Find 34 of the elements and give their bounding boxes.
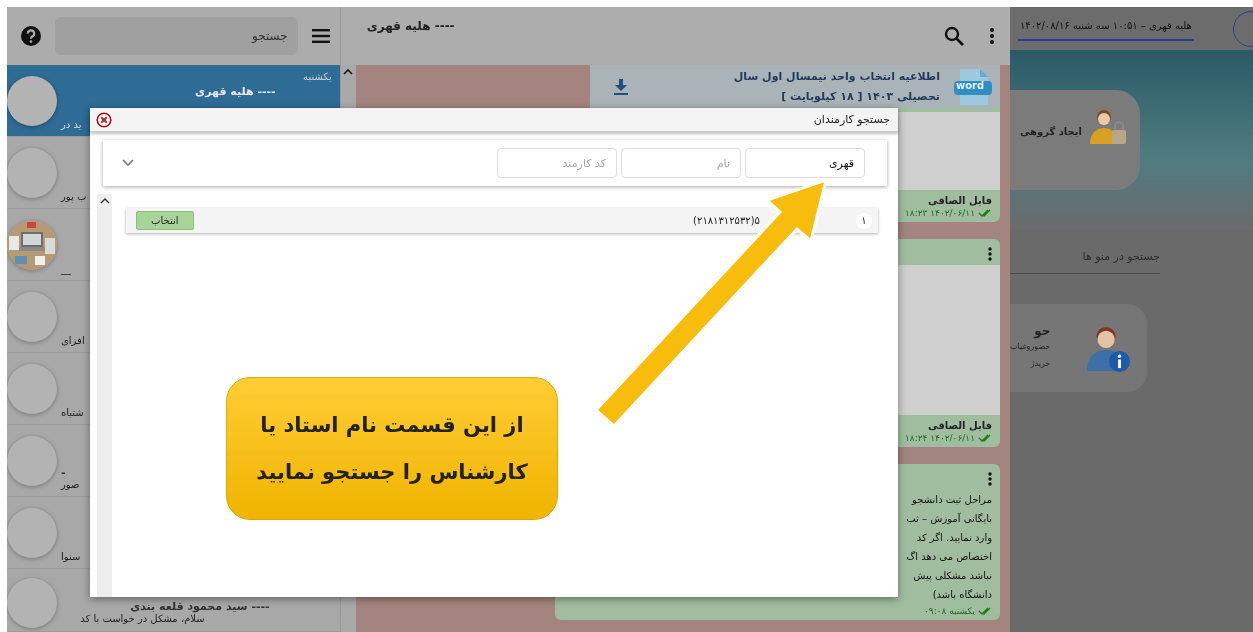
message-preview: افزای [61,335,85,346]
message-preview: شتباه [61,407,84,418]
message-text: اختصاص می دهد اگ [906,550,992,564]
message-preview: __ [61,263,71,274]
chat-day: یکشنبه [303,71,332,82]
message-text: بایگانی آموزش – ثب [906,511,992,526]
shortcut-description: خریدژ [1030,358,1051,370]
chat-title: ---- هلیه قهری [366,19,455,33]
message-time: ۱۴۰۲/۰۶/۱۱ ۱۸:۲۴ [905,433,975,443]
message-caption: فایل الصاقی [928,195,992,206]
message-time: یکشنبه ۰۹:۰۸ [924,606,975,616]
message-preview: ب پور [61,191,87,202]
message-preview: سلام، مشکل در خواست با کد [80,613,205,626]
file-type-label: word [956,79,985,91]
message-time: ۱۴۰۲/۰۶/۱۱ ۱۸:۲۳ [905,208,975,218]
shortcut-description: حضوروغیاب [1010,341,1051,353]
contact-name: سید محمود قلعه بندی ---- [130,600,270,614]
contact-name: هلیه قهری ---- [195,85,276,98]
row-number: ۱ [856,212,872,229]
message-text: مراحل ثبت دانشجو [912,493,992,507]
message-preview: سنوا [61,551,81,562]
shortcut-title: حو [1034,324,1051,338]
employee-code: (۲۱۸۱۳۱۲۵۳۲)۵ [693,215,760,226]
message-preview: صور [61,479,80,490]
user-status: هلیه قهری – ۱۰:۵۱ سه شنبه ۱۴۰۲/۰۸/۱۶ [1018,16,1194,41]
message-preview: ید در [61,119,82,130]
shortcut-title: ایجاد گروهی [1019,126,1082,137]
message-text: وارد نمایید. اگر کد [916,531,992,546]
dialog-title: جستجو کارمندان [813,113,890,126]
message-caption: فایل الصاقی [928,420,992,431]
message-text: نباشد مشکلی پیش [913,569,992,584]
callout-text: از این قسمت نام استاد یا کارشناس را جستجو نمایید [255,412,529,486]
contact-name: - [61,466,66,479]
message-text: دانشگاه باشد) [932,588,992,602]
